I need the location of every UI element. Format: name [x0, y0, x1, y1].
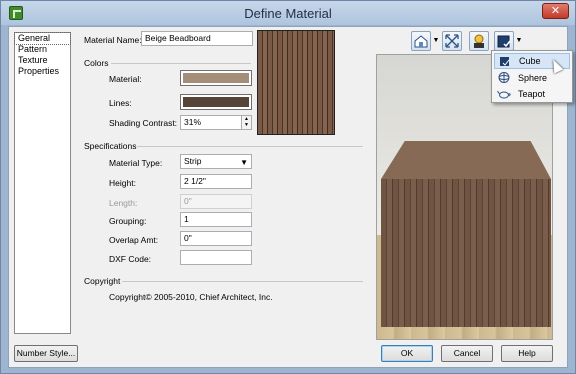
specifications-heading: Specifications	[84, 141, 137, 151]
lines-color-label: Lines:	[109, 98, 132, 108]
nav-item-general[interactable]: General	[14, 32, 71, 45]
grouping-input[interactable]: 1	[180, 212, 252, 227]
colors-heading: Colors	[84, 58, 109, 68]
dxf-code-label: DXF Code:	[109, 254, 152, 264]
copyright-heading: Copyright	[84, 276, 121, 286]
shape-select-icon[interactable]	[494, 31, 514, 51]
menu-item-label: Teapot	[518, 89, 546, 99]
window-title: Define Material	[244, 6, 332, 21]
specifications-divider	[137, 146, 363, 147]
shading-contrast-input[interactable]: 31% ▲ ▼	[180, 115, 252, 130]
chevron-down-icon: ▼	[240, 158, 248, 167]
chevron-down-icon[interactable]: ▼	[515, 31, 523, 51]
material-name-label: Material Name:	[84, 35, 142, 45]
sphere-icon	[498, 72, 510, 83]
shading-contrast-value: 31%	[184, 117, 202, 127]
material-name-input[interactable]: Beige Beadboard	[141, 31, 253, 46]
height-label: Height:	[109, 178, 136, 188]
chevron-down-icon[interactable]: ▼	[432, 31, 440, 51]
material-swatch-preview	[257, 30, 335, 135]
material-color-label: Material:	[109, 74, 142, 84]
copyright-text: Copyright© 2005-2010, Chief Architect, I…	[109, 292, 273, 302]
material-color-button[interactable]	[180, 70, 252, 86]
material-type-value: Strip	[184, 156, 202, 166]
dialog-client: General Pattern Texture Properties Mater…	[8, 26, 568, 368]
number-style-button[interactable]: Number Style...	[14, 345, 78, 362]
preview-shape-menu: Cube Sphere Teapot	[491, 50, 573, 103]
menu-item-label: Cube	[519, 56, 541, 66]
dxf-code-input[interactable]	[180, 250, 252, 265]
overlap-label: Overlap Amt:	[109, 235, 159, 245]
nav-item-properties[interactable]: Properties	[15, 66, 70, 77]
view-home-icon[interactable]	[411, 31, 431, 51]
grouping-label: Grouping:	[109, 216, 147, 226]
overlap-input[interactable]: 0"	[180, 231, 252, 246]
category-list[interactable]: General Pattern Texture Properties	[14, 32, 71, 334]
preview-cube-front	[381, 179, 551, 327]
teapot-icon	[497, 90, 511, 99]
ok-button[interactable]: OK	[381, 345, 433, 362]
shading-contrast-label: Shading Contrast:	[109, 118, 178, 128]
close-button[interactable]: ✕	[542, 3, 569, 19]
material-color-swatch	[183, 73, 249, 83]
copyright-divider	[122, 281, 363, 282]
cube-icon	[500, 57, 510, 66]
colors-divider	[111, 63, 251, 64]
help-button[interactable]: Help	[501, 345, 553, 362]
lines-color-swatch	[183, 97, 249, 107]
material-type-label: Material Type:	[109, 158, 163, 168]
define-material-window: Define Material ✕ General Pattern Textur…	[0, 0, 576, 374]
menu-item-sphere[interactable]: Sphere	[494, 70, 570, 86]
menu-item-teapot[interactable]: Teapot	[494, 86, 570, 102]
preview-cube-top	[381, 141, 551, 179]
spin-arrows-icon[interactable]: ▲ ▼	[241, 116, 251, 129]
material-type-select[interactable]: Strip ▼	[180, 154, 252, 169]
lines-color-button[interactable]	[180, 94, 252, 110]
nav-item-texture[interactable]: Texture	[15, 55, 70, 66]
length-label: Length:	[109, 198, 138, 208]
lighting-icon[interactable]	[469, 31, 489, 51]
height-input[interactable]: 2 1/2"	[180, 174, 252, 189]
menu-item-label: Sphere	[518, 73, 548, 83]
length-input: 0"	[180, 194, 252, 209]
cancel-button[interactable]: Cancel	[441, 345, 493, 362]
nav-item-pattern[interactable]: Pattern	[15, 44, 70, 55]
title-bar[interactable]: Define Material ✕	[1, 1, 575, 25]
fit-view-icon[interactable]	[442, 31, 462, 51]
